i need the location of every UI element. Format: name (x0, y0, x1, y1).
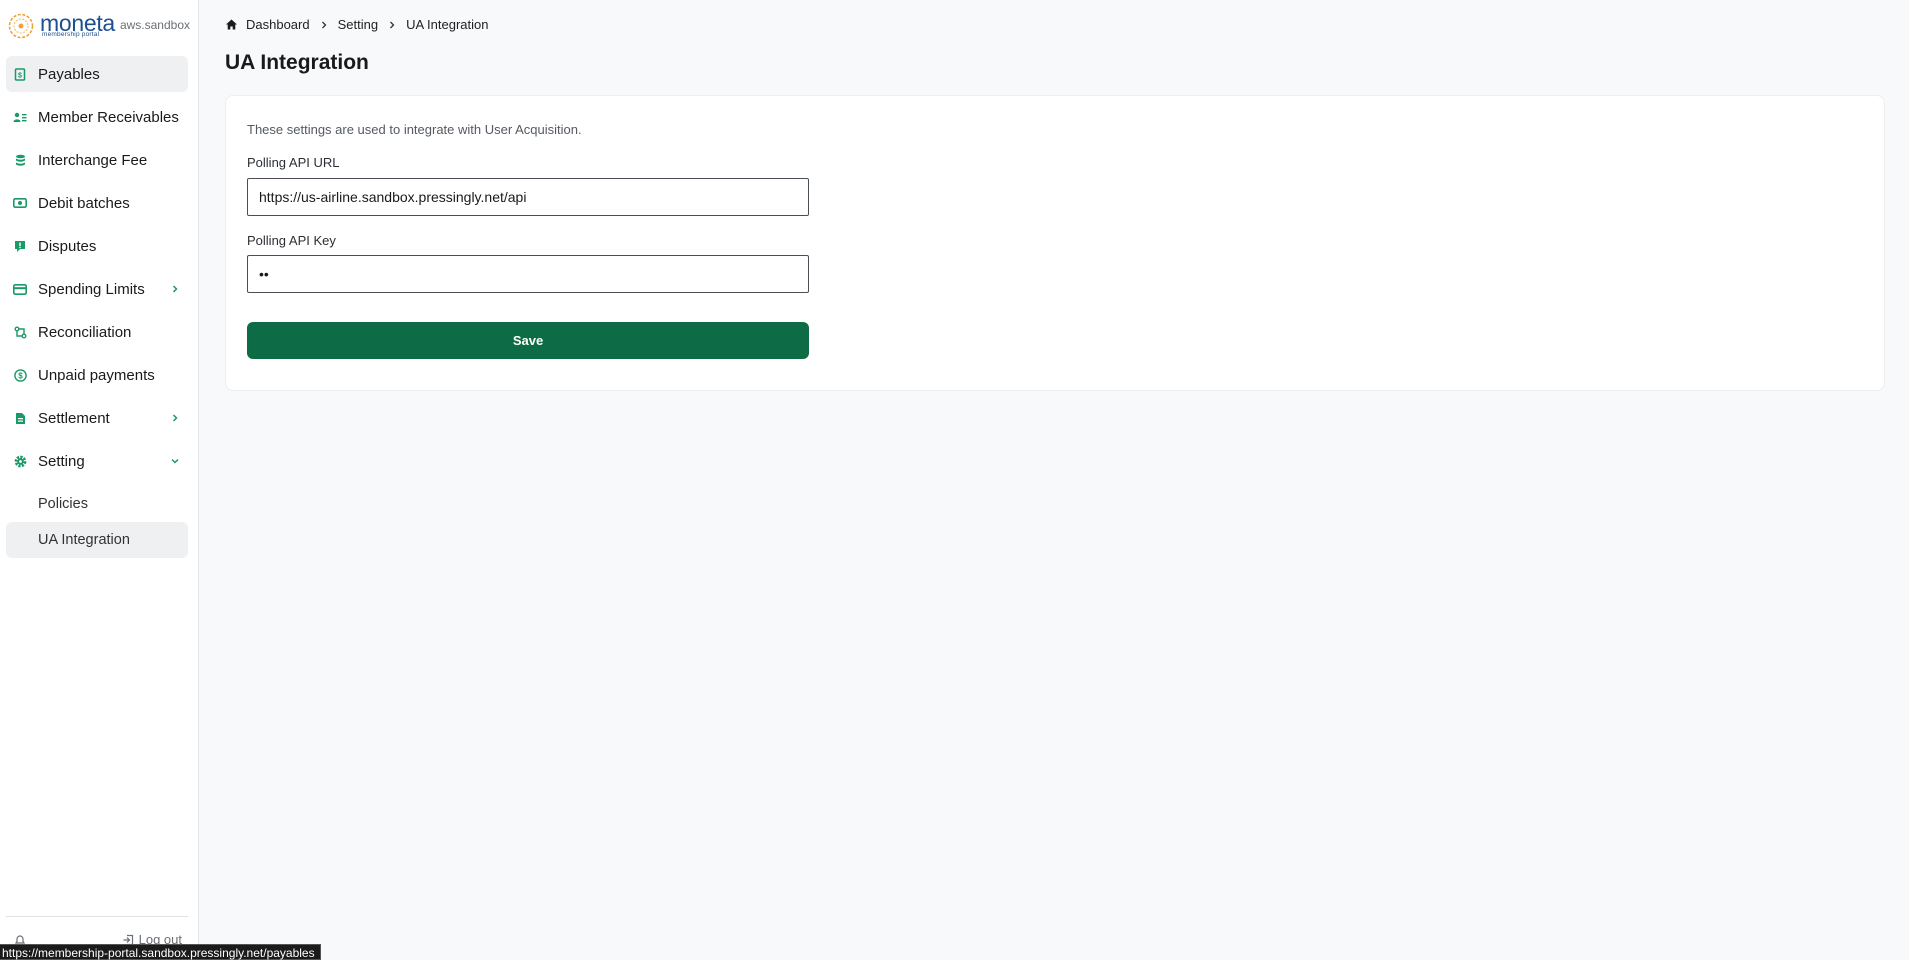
sidebar-item-disputes[interactable]: Disputes (6, 228, 188, 264)
cash-icon (13, 196, 27, 210)
alert-message-icon (13, 239, 27, 253)
sidebar-item-member-receivables[interactable]: Member Receivables (6, 99, 188, 135)
brand[interactable]: moneta membership portal aws.sandbox (8, 10, 192, 40)
sidebar: moneta membership portal aws.sandbox $ P… (0, 0, 199, 960)
sidebar-item-spending-limits[interactable]: Spending Limits (6, 271, 188, 307)
sidebar-item-label: Reconciliation (38, 323, 132, 341)
sidebar-item-reconciliation[interactable]: Reconciliation (6, 314, 188, 350)
settings-description: These settings are used to integrate wit… (247, 122, 582, 137)
breadcrumb-dashboard[interactable]: Dashboard (246, 17, 310, 32)
sidebar-nav: $ Payables Member Receivables Interchang… (6, 56, 188, 558)
main-content: Dashboard Setting UA Integration UA Inte… (199, 0, 1909, 960)
svg-text:$: $ (18, 371, 23, 380)
sidebar-subitem-ua-integration[interactable]: UA Integration (6, 522, 188, 558)
chevron-right-icon (172, 285, 178, 293)
sidebar-item-settlement[interactable]: Settlement (6, 400, 188, 436)
receipt-icon: $ (13, 67, 27, 81)
reconcile-icon (13, 325, 27, 339)
sidebar-item-interchange-fee[interactable]: Interchange Fee (6, 142, 188, 178)
chevron-down-icon (171, 458, 179, 464)
environment-label: aws.sandbox (119, 18, 190, 32)
breadcrumb: Dashboard Setting UA Integration (225, 17, 488, 32)
members-icon (13, 110, 27, 124)
sidebar-item-label: Member Receivables (38, 108, 179, 126)
status-bar-url: https://membership-portal.sandbox.pressi… (0, 944, 321, 960)
sidebar-item-label: Disputes (38, 237, 97, 255)
sidebar-item-payables[interactable]: $ Payables (6, 56, 188, 92)
chevron-right-icon (390, 21, 395, 28)
sidebar-item-label: Payables (38, 65, 100, 83)
sidebar-item-label: Debit batches (38, 194, 130, 212)
chevron-right-icon (321, 21, 327, 28)
sidebar-subitem-policies[interactable]: Policies (6, 486, 188, 522)
sidebar-subitem-label: UA Integration (38, 532, 130, 548)
sidebar-item-debit-batches[interactable]: Debit batches (6, 185, 188, 221)
home-icon[interactable] (225, 18, 238, 31)
polling-key-label: Polling API Key (247, 233, 336, 248)
sidebar-item-label: Settlement (38, 409, 110, 427)
svg-text:$: $ (18, 72, 22, 79)
sidebar-item-unpaid-payments[interactable]: $ Unpaid payments (6, 357, 188, 393)
breadcrumb-setting[interactable]: Setting (338, 17, 378, 32)
sidebar-item-label: Setting (38, 452, 85, 470)
gear-icon (13, 454, 27, 468)
moneta-logo-icon (8, 13, 34, 39)
document-icon (13, 411, 27, 425)
sidebar-item-label: Unpaid payments (38, 366, 155, 384)
chevron-right-icon (172, 414, 178, 422)
sidebar-item-label: Interchange Fee (38, 151, 148, 169)
dollar-circle-icon: $ (13, 368, 27, 382)
save-button[interactable]: Save (247, 322, 809, 359)
coins-stack-icon (13, 153, 27, 167)
sidebar-item-label: Spending Limits (38, 280, 145, 298)
breadcrumb-current: UA Integration (406, 17, 489, 32)
brand-tagline: membership portal (42, 31, 100, 38)
polling-url-input[interactable] (247, 178, 809, 216)
settings-card: These settings are used to integrate wit… (225, 95, 1885, 391)
polling-url-label: Polling API URL (247, 155, 340, 170)
sidebar-item-setting[interactable]: Setting (6, 443, 188, 479)
polling-key-input[interactable] (247, 255, 809, 293)
credit-card-icon (13, 282, 27, 296)
sidebar-subitem-label: Policies (38, 496, 88, 512)
page-title: UA Integration (225, 51, 369, 74)
